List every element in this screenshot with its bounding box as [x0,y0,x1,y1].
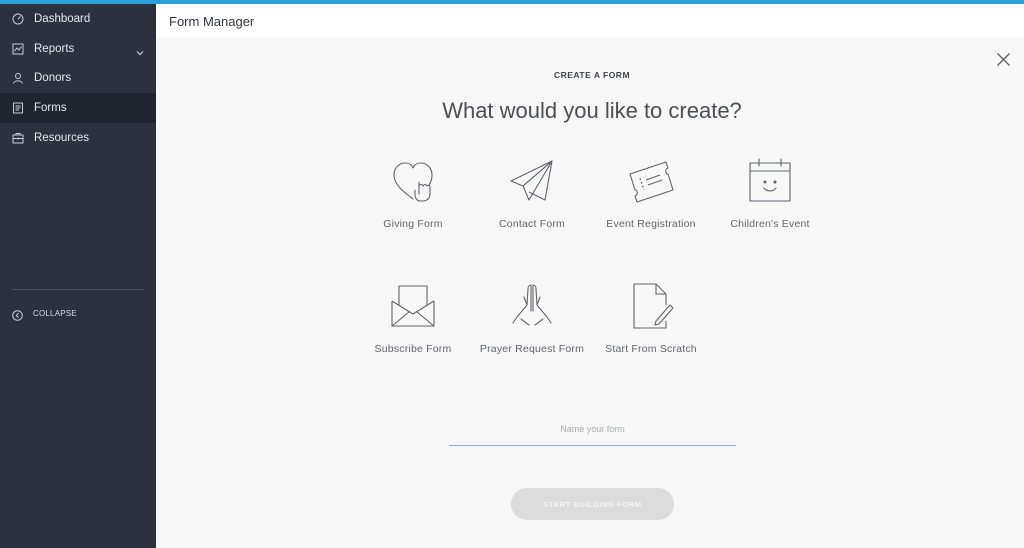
form-type-label: Event Registration [606,218,696,230]
chevron-left-circle-icon [12,308,23,321]
form-type-subscribe[interactable]: Subscribe Form [353,281,473,357]
collapse-label: COLLAPSE [33,308,77,318]
resources-icon [12,132,24,144]
form-type-label: Children's Event [730,218,810,230]
sidebar-item-resources[interactable]: Resources [0,123,156,153]
sidebar-item-label: Resources [34,132,89,144]
section-headline: What would you like to create? [442,98,742,123]
sidebar-item-forms[interactable]: Forms [0,93,156,123]
sidebar-divider [12,289,144,290]
donors-icon [12,72,24,84]
sidebar-item-dashboard[interactable]: Dashboard [0,4,156,34]
close-icon [997,53,1010,66]
form-type-event-registration[interactable]: Event Registration [591,156,711,232]
form-type-contact[interactable]: Contact Form [472,156,592,232]
collapse-button[interactable]: COLLAPSE [0,303,156,323]
form-type-childrens-event[interactable]: Children's Event [710,156,830,232]
sidebar: Dashboard Reports Donors Forms Resources… [0,4,156,548]
paper-plane-icon [507,156,557,206]
form-type-start-from-scratch[interactable]: Start From Scratch [591,281,711,357]
close-button[interactable] [996,52,1011,67]
dashboard-icon [12,13,24,25]
form-type-label: Giving Form [383,218,443,230]
sidebar-item-label: Forms [34,102,67,114]
envelope-icon [388,281,438,331]
section-kicker: CREATE A FORM [553,70,631,80]
page-title: Form Manager [169,13,255,29]
form-type-label: Subscribe Form [374,343,452,355]
document-pencil-icon [626,281,676,331]
sidebar-item-donors[interactable]: Donors [0,63,156,93]
start-building-form-button[interactable]: START BUILDING FORM [511,488,674,520]
heart-hand-icon [388,156,438,206]
form-type-giving[interactable]: Giving Form [353,156,473,232]
create-form-panel: CREATE A FORM What would you like to cre… [156,38,1024,548]
form-type-label: Start From Scratch [605,343,697,355]
chevron-down-icon[interactable] [136,44,144,56]
sidebar-item-label: Reports [34,43,75,55]
form-type-prayer-request[interactable]: Prayer Request Form [472,281,592,357]
calendar-smile-icon [745,156,795,206]
ticket-icon [626,156,676,206]
reports-icon [12,43,24,55]
sidebar-item-reports[interactable]: Reports [0,34,156,64]
sidebar-item-label: Donors [34,72,72,84]
form-name-input[interactable] [449,412,736,446]
forms-icon [12,102,24,114]
sidebar-item-label: Dashboard [34,13,91,25]
form-type-label: Contact Form [499,218,565,230]
page-header: Form Manager [156,4,1024,38]
form-type-label: Prayer Request Form [479,343,585,355]
praying-hands-icon [507,281,557,331]
